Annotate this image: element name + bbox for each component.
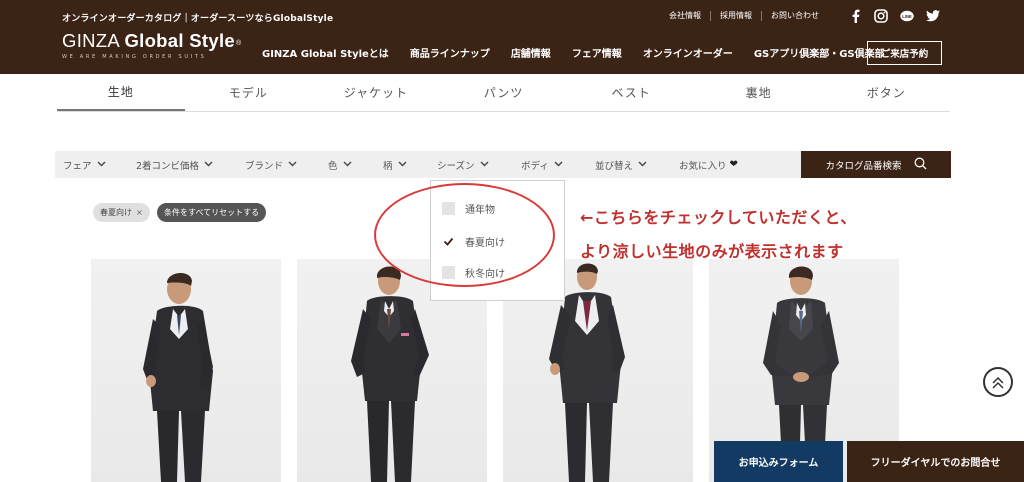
tab-buttons[interactable]: ボタン [822, 74, 950, 111]
logo-wordmark: GINZA Global Style® [62, 30, 242, 51]
instagram-icon[interactable] [874, 9, 888, 23]
product-image [143, 272, 213, 482]
chevron-down-icon [480, 159, 489, 170]
global-nav: GINZA Global Styleとは 商品ラインナップ 店舗情報 フェア情報… [262, 45, 885, 60]
site-header: オンラインオーダーカタログ｜オーダースーツならGlobalStyle GINZA… [0, 0, 1024, 74]
nav-about[interactable]: GINZA Global Styleとは [262, 45, 389, 60]
active-filter-chip[interactable]: 春夏向け × [93, 203, 150, 222]
tab-lining[interactable]: 裏地 [695, 74, 823, 111]
nav-online-order[interactable]: オンラインオーダー [643, 45, 733, 60]
close-icon[interactable]: × [136, 208, 143, 217]
tab-jacket[interactable]: ジャケット [312, 74, 440, 111]
twitter-icon[interactable] [926, 9, 940, 23]
search-icon [914, 157, 927, 173]
annotation-text-line-2: より涼しい生地のみが表示されます [580, 242, 844, 261]
nav-stores[interactable]: 店舗情報 [511, 45, 551, 60]
line-icon[interactable]: LINE [900, 9, 914, 23]
filter-body[interactable]: ボディ [521, 158, 563, 172]
social-links: LINE [848, 9, 940, 23]
annotation-text-line-1: ←こちらをチェックしていただくと、 [580, 208, 857, 227]
chevron-down-icon [638, 159, 647, 170]
back-to-top-button[interactable] [983, 367, 1013, 397]
reset-filters-button[interactable]: 条件をすべてリセットする [157, 203, 267, 222]
utility-links: 会社情報 採用情報 お問い合わせ [669, 11, 828, 21]
chevron-down-icon [204, 159, 213, 170]
filter-combo-price[interactable]: 2着コンビ価格 [136, 158, 213, 172]
heart-icon: ❤ [729, 159, 738, 170]
svg-text:LINE: LINE [902, 13, 912, 18]
tab-model[interactable]: モデル [185, 74, 313, 111]
util-link-company[interactable]: 会社情報 [669, 11, 710, 21]
header-tagline: オンラインオーダーカタログ｜オーダースーツならGlobalStyle [62, 14, 334, 24]
filter-pattern[interactable]: 柄 [383, 158, 407, 172]
chevron-down-icon [288, 159, 297, 170]
tab-fabric[interactable]: 生地 [57, 74, 185, 111]
catalog-search-button[interactable]: カタログ品番検索 [801, 151, 951, 178]
nav-app-club[interactable]: GSアプリ倶楽部・GS倶楽部 [754, 45, 885, 60]
chevron-down-icon [97, 159, 106, 170]
site-logo[interactable]: GINZA Global Style® WE ARE MAKING ORDER … [62, 30, 241, 60]
nav-fair[interactable]: フェア情報 [572, 45, 622, 60]
apply-form-button[interactable]: お申込みフォーム [714, 441, 843, 482]
tab-vest[interactable]: ベスト [567, 74, 695, 111]
tab-pants[interactable]: パンツ [440, 74, 568, 111]
filter-favorites[interactable]: お気に入り ❤ [679, 158, 738, 172]
filter-season[interactable]: シーズン [437, 158, 489, 172]
util-link-recruit[interactable]: 採用情報 [710, 11, 761, 21]
double-chevron-up-icon [992, 376, 1004, 389]
visit-reservation-button[interactable]: ご来店予約 [867, 41, 942, 65]
catalog-search-label: カタログ品番検索 [825, 160, 902, 172]
facebook-icon[interactable] [848, 9, 862, 23]
annotation-circle [374, 183, 555, 287]
chevron-down-icon [398, 159, 407, 170]
catalog-tabs: 生地 モデル ジャケット パンツ ベスト 裏地 ボタン [57, 74, 950, 112]
filter-brand[interactable]: ブランド [245, 158, 297, 172]
active-filter-label: 春夏向け [100, 208, 132, 217]
filter-fair[interactable]: フェア [63, 158, 106, 172]
free-dial-button[interactable]: フリーダイヤルでのお問合せ [847, 441, 1024, 482]
chevron-down-icon [554, 159, 563, 170]
util-link-contact[interactable]: お問い合わせ [761, 11, 828, 21]
logo-subtitle: WE ARE MAKING ORDER SUITS [62, 54, 207, 60]
nav-lineup[interactable]: 商品ラインナップ [410, 45, 490, 60]
filter-sort[interactable]: 並び替え [595, 158, 647, 172]
filter-color[interactable]: 色 [328, 158, 352, 172]
chevron-down-icon [343, 159, 352, 170]
product-card[interactable] [91, 259, 281, 482]
